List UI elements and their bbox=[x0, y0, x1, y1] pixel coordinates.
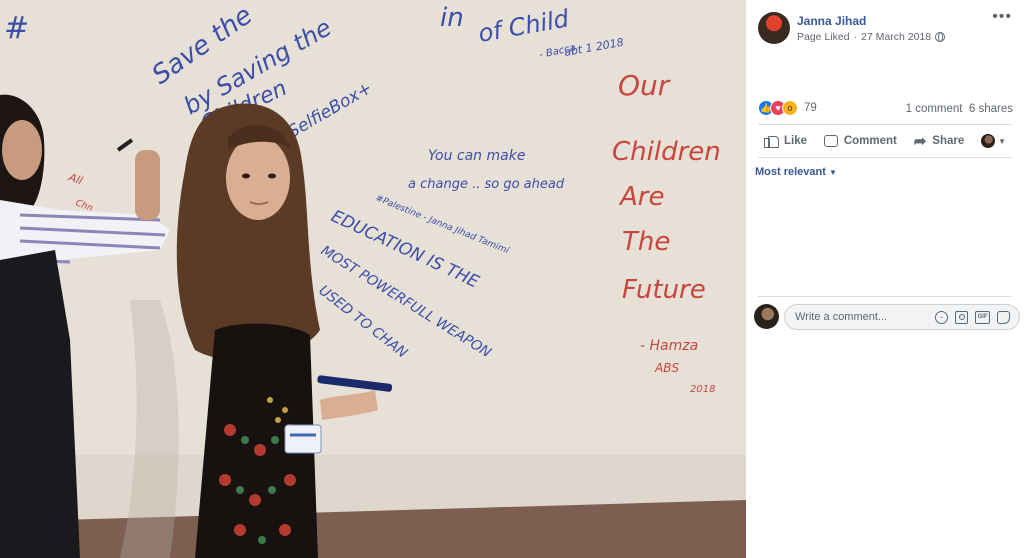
reaction-identity-selector[interactable]: ▼ bbox=[975, 134, 1012, 148]
comment-composer: ᵕ GIF bbox=[784, 304, 1020, 330]
post-date[interactable]: 27 March 2018 bbox=[861, 31, 931, 43]
share-button[interactable]: ➦ Share bbox=[908, 134, 971, 149]
composer-divider bbox=[758, 296, 1012, 297]
like-button[interactable]: Like bbox=[758, 134, 813, 148]
wall-red-2: Children bbox=[612, 137, 721, 167]
wall-red-sig: - Hamza bbox=[640, 338, 698, 354]
photo-scene: # Save the by Saving the Children Selfie… bbox=[0, 0, 746, 558]
wall-hashtag: # bbox=[4, 11, 29, 46]
post-status: Page Liked bbox=[797, 31, 850, 43]
thumbs-up-icon bbox=[764, 134, 779, 148]
meta-separator: · bbox=[853, 31, 858, 43]
camera-icon[interactable] bbox=[955, 310, 968, 324]
comment-count[interactable]: 1 comment bbox=[906, 103, 963, 115]
wall-red-sig2: ABS bbox=[654, 361, 679, 375]
more-options-icon[interactable]: ••• bbox=[992, 8, 1012, 26]
emoji-icon[interactable]: ᵕ bbox=[935, 310, 948, 324]
wall-red-4: The bbox=[622, 227, 670, 257]
divider-top bbox=[758, 124, 1012, 125]
wall-red-3: Are bbox=[618, 182, 664, 212]
globe-icon[interactable] bbox=[935, 32, 946, 42]
reactions-summary[interactable]: 👍 ♥ o 79 bbox=[758, 100, 817, 116]
reaction-count[interactable]: 79 bbox=[804, 102, 817, 114]
post-meta: Page Liked · 27 March 2018 bbox=[797, 31, 946, 43]
identity-avatar bbox=[981, 134, 996, 148]
wall-red-1: Our bbox=[618, 69, 671, 102]
poster-name-link[interactable]: Janna Jihad bbox=[797, 14, 866, 28]
divider-bottom bbox=[758, 157, 1012, 158]
caret-down-icon: ▼ bbox=[998, 136, 1006, 146]
speech-bubble-icon bbox=[823, 135, 838, 147]
engagement-counts: 1 comment 6 shares bbox=[906, 103, 1013, 115]
share-label: Share bbox=[932, 135, 965, 147]
post-photo[interactable]: # Save the by Saving the Children Selfie… bbox=[0, 0, 746, 558]
post-side-panel: Janna Jihad Page Liked · 27 March 2018 •… bbox=[746, 0, 1024, 558]
sort-label: Most relevant bbox=[755, 166, 826, 178]
comment-label: Comment bbox=[843, 135, 897, 147]
wow-reaction-icon: o bbox=[782, 100, 798, 116]
share-arrow-icon: ➦ bbox=[913, 132, 927, 150]
wall-change-line1: You can make bbox=[428, 148, 525, 164]
share-count[interactable]: 6 shares bbox=[969, 103, 1013, 115]
comment-button[interactable]: Comment bbox=[818, 135, 903, 147]
post-actions-bar: Like Comment ➦ Share ▼ bbox=[758, 127, 1012, 155]
wall-top-line1: in bbox=[440, 3, 464, 33]
comment-sort-dropdown[interactable]: Most relevant ▼ bbox=[755, 166, 837, 178]
comment-input[interactable] bbox=[785, 311, 935, 323]
wall-red-date: 2018 bbox=[690, 384, 715, 395]
gif-icon[interactable]: GIF bbox=[975, 310, 990, 324]
composer-icons: ᵕ GIF bbox=[935, 310, 1019, 324]
wall-change-line2: a change .. so go ahead bbox=[408, 177, 565, 192]
sticker-icon[interactable] bbox=[997, 310, 1010, 324]
poster-avatar[interactable] bbox=[758, 12, 790, 44]
sort-caret-icon: ▼ bbox=[828, 168, 837, 177]
viewer-avatar bbox=[754, 304, 779, 329]
wall-red-5: Future bbox=[622, 275, 706, 305]
like-label: Like bbox=[784, 135, 808, 147]
